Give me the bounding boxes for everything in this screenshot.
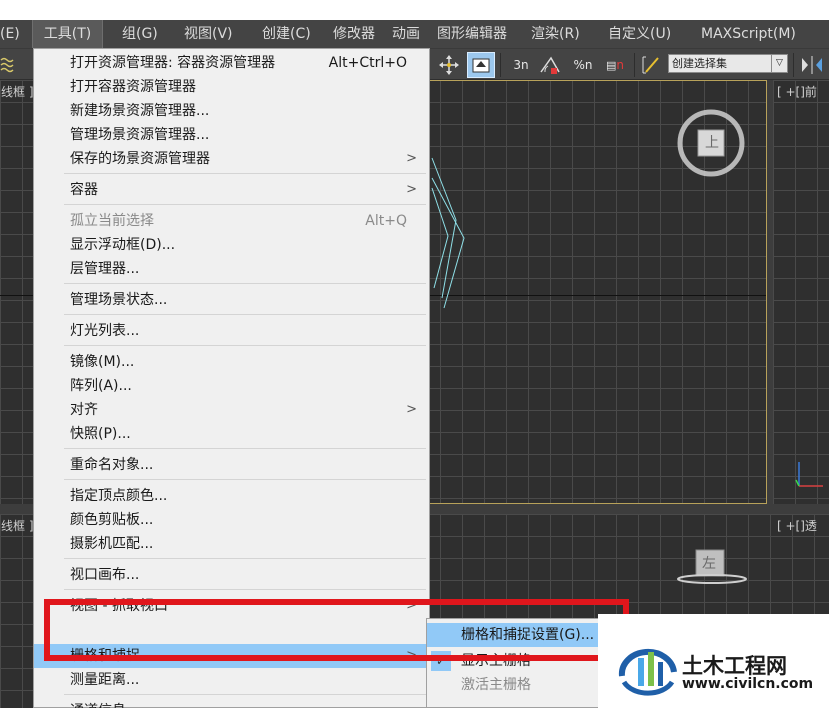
- viewport-label[interactable]: 线框 ]: [1, 517, 34, 534]
- menu-rendering[interactable]: 渲染(R): [531, 20, 580, 48]
- menu-item-channel-info[interactable]: 通道信息...: [34, 699, 429, 708]
- viewport-label[interactable]: [ +[]透: [777, 517, 817, 534]
- menu-graph-editors[interactable]: 图形编辑器: [437, 20, 507, 48]
- menu-separator: [64, 448, 426, 449]
- viewcube-face-label[interactable]: 上: [705, 132, 719, 152]
- menu-separator: [64, 694, 426, 695]
- axis-gizmo-icon: [795, 462, 823, 487]
- menu-item-camera-match[interactable]: 摄影机匹配...: [34, 532, 429, 556]
- viewport-divider-vertical[interactable]: [767, 80, 773, 504]
- viewcube-face-label[interactable]: 左: [702, 553, 716, 573]
- menu-create[interactable]: 创建(C): [262, 20, 311, 48]
- menu-separator: [64, 283, 426, 284]
- civilcn-logo-icon: [618, 648, 677, 696]
- menu-separator: [64, 345, 426, 346]
- menu-separator: [64, 173, 426, 174]
- menu-tools[interactable]: 工具(T): [32, 20, 103, 49]
- menu-item-assign-vertex-colors[interactable]: 指定顶点颜色...: [34, 484, 429, 508]
- menu-item-new-scene-explorer[interactable]: 新建场景资源管理器...: [34, 99, 429, 123]
- menu-item-manage-scene-states[interactable]: 管理场景状态...: [34, 288, 429, 312]
- menu-separator: [64, 589, 426, 590]
- mirror-icon[interactable]: [798, 52, 826, 78]
- menu-separator: [64, 204, 426, 205]
- viewcube-perspective[interactable]: 左: [676, 548, 750, 588]
- submenu-item-grid-snap-settings[interactable]: 栅格和捕捉设置(G)...: [427, 623, 605, 647]
- menu-item-color-clipboard[interactable]: 颜色剪贴板...: [34, 508, 429, 532]
- watermark: 土木工程网 www.civilcn.com: [598, 614, 829, 708]
- tools-menu: 打开资源管理器: 容器资源管理器 Alt+Ctrl+O 打开容器资源管理器 新建场…: [33, 48, 430, 708]
- toolbar-separator: [793, 53, 794, 77]
- wave-icon[interactable]: [0, 52, 14, 78]
- menu-item-manage-scene-explorer[interactable]: 管理场景资源管理器...: [34, 123, 429, 147]
- menu-item-open-container-explorer[interactable]: 打开资源管理器: 容器资源管理器 Alt+Ctrl+O: [34, 51, 429, 75]
- menu-customize[interactable]: 自定义(U): [608, 20, 671, 48]
- menu-item-align[interactable]: 对齐 >: [34, 398, 429, 422]
- checkmark-icon: ✓: [431, 651, 451, 671]
- menu-item-viewport-canvas[interactable]: 视口画布...: [34, 563, 429, 587]
- toolbar-separator: [634, 53, 635, 77]
- chevron-right-icon: >: [406, 648, 417, 663]
- app-window: (E) 工具(T) 组(G) 视图(V) 创建(C) 修改器 动画 图形编辑器 …: [0, 20, 829, 708]
- snap-3d-icon[interactable]: 3n: [506, 52, 536, 78]
- watermark-url: www.civilcn.com: [682, 676, 814, 692]
- menu-item-saved-scene-explorers[interactable]: 保存的场景资源管理器 >: [34, 147, 429, 171]
- submenu-item-show-home-grid[interactable]: ✓ 显示主栅格: [427, 649, 605, 673]
- menu-group[interactable]: 组(G): [122, 20, 158, 48]
- menu-item-display-floater[interactable]: 显示浮动框(D)...: [34, 233, 429, 257]
- chevron-right-icon: >: [406, 151, 417, 166]
- menu-item-grids-and-snaps[interactable]: 栅格和捕捉 >: [34, 644, 429, 668]
- menu-modifiers[interactable]: 修改器: [333, 20, 375, 48]
- menu-item-isolate-selection[interactable]: 孤立当前选择 Alt+Q: [34, 209, 429, 233]
- menu-edit[interactable]: (E): [0, 20, 20, 48]
- menu-item-array[interactable]: 阵列(A)...: [34, 374, 429, 398]
- submenu-item-activate-home-grid[interactable]: 激活主栅格: [427, 673, 605, 697]
- viewport-label[interactable]: [ +[]前: [777, 83, 817, 100]
- menu-separator: [64, 314, 426, 315]
- menu-item-light-lister[interactable]: 灯光列表...: [34, 319, 429, 343]
- menu-item-open-container-manager[interactable]: 打开容器资源管理器: [34, 75, 429, 99]
- wireframe-object: [431, 157, 465, 309]
- menu-views[interactable]: 视图(V): [184, 20, 233, 48]
- viewport-right[interactable]: [ +[]前: [773, 80, 829, 504]
- viewcube[interactable]: 上: [676, 108, 746, 178]
- menu-item-snapshot[interactable]: 快照(P)...: [34, 422, 429, 446]
- menubar: (E) 工具(T) 组(G) 视图(V) 创建(C) 修改器 动画 图形编辑器 …: [0, 20, 829, 49]
- grids-snaps-submenu: 栅格和捕捉设置(G)... ✓ 显示主栅格 激活主栅格: [426, 618, 606, 708]
- menu-item-mirror[interactable]: 镜像(M)...: [34, 350, 429, 374]
- named-selection-set-dropdown[interactable]: 创建选择集 ▽: [668, 54, 788, 73]
- toolbar-separator: [500, 53, 501, 77]
- angle-snap-icon[interactable]: [537, 52, 563, 78]
- menu-item-layer-manager[interactable]: 层管理器...: [34, 257, 429, 281]
- percent-snap-icon[interactable]: %n: [568, 52, 598, 78]
- menu-maxscript[interactable]: MAXScript(M): [701, 20, 796, 48]
- menu-item-grab-viewport[interactable]: 视图 - 抓取视口 >: [34, 594, 429, 618]
- menu-separator: [64, 479, 426, 480]
- chevron-right-icon: >: [406, 598, 417, 613]
- menu-separator: [64, 558, 426, 559]
- viewport-label[interactable]: 线框 ]: [1, 83, 34, 100]
- chevron-right-icon: >: [406, 182, 417, 197]
- chevron-down-icon[interactable]: ▽: [771, 55, 787, 72]
- move-icon[interactable]: [436, 52, 462, 78]
- select-place-icon[interactable]: [467, 52, 495, 78]
- menu-item-measure-distance[interactable]: 测量距离...: [34, 668, 429, 692]
- chevron-right-icon: >: [406, 402, 417, 417]
- menu-item-rename-objects[interactable]: 重命名对象...: [34, 453, 429, 477]
- edit-named-selection-icon[interactable]: [640, 52, 664, 78]
- menu-item-containers[interactable]: 容器 >: [34, 178, 429, 202]
- spinner-snap-icon[interactable]: ▤n: [600, 52, 630, 78]
- menu-animation[interactable]: 动画: [392, 20, 420, 48]
